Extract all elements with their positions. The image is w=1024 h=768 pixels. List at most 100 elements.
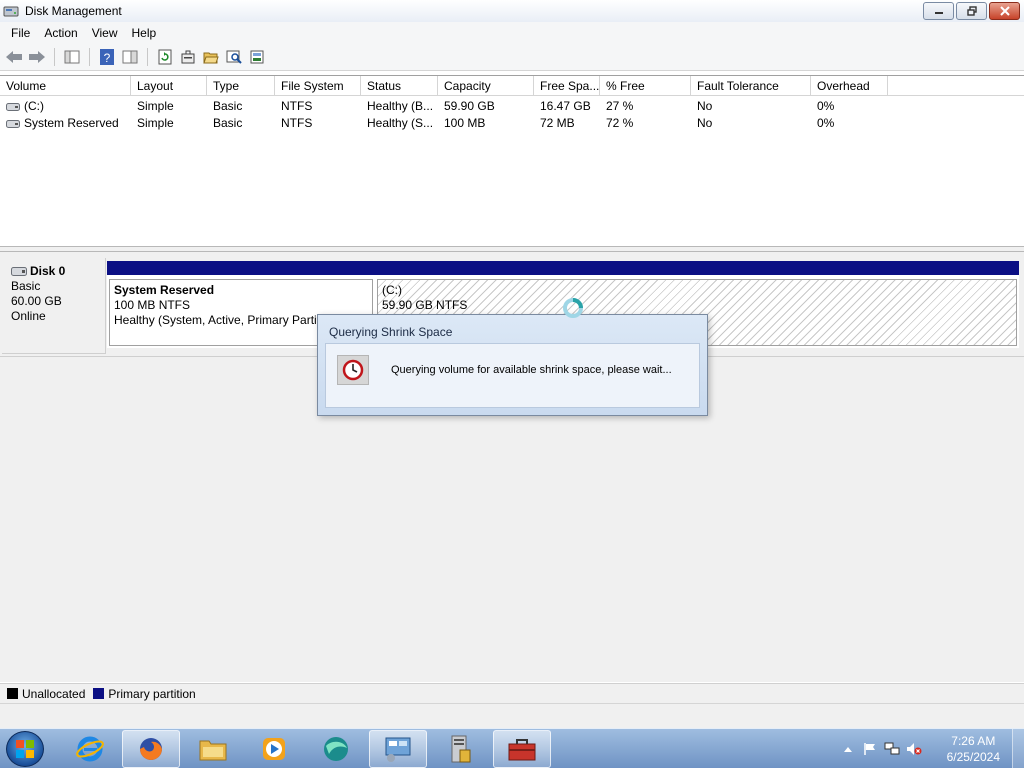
properties-icon [181,50,195,64]
volume-row-c[interactable]: (C:) Simple Basic NTFS Healthy (B... 59.… [0,98,1024,115]
column-header-capacity[interactable]: Capacity [438,76,534,96]
taskbar-control-panel[interactable] [369,730,427,768]
fault-tolerance-cell: No [697,99,713,113]
busy-cursor-icon [563,298,583,318]
show-desktop-button[interactable] [1012,729,1024,768]
percent-free-cell: 27 % [606,99,634,113]
menu-action[interactable]: Action [37,22,84,44]
toolbar-separator [54,48,55,66]
overhead-cell: 0% [817,99,835,113]
volume-button[interactable] [906,741,922,757]
volume-muted-icon [907,743,922,755]
taskbar-file-explorer[interactable] [184,730,242,768]
taskbar-browser[interactable] [307,730,365,768]
primary-partition-bar [375,261,1019,275]
status-bar [0,703,1024,728]
flag-icon [864,743,875,755]
capacity-cell: 100 MB [444,116,486,130]
percent-free-cell: 72 % [606,116,634,130]
menu-file[interactable]: File [4,22,37,44]
dialog-body: Querying volume for available shrink spa… [325,343,700,408]
windows-logo-icon [16,740,34,758]
toolbar-separator [89,48,90,66]
open-button[interactable] [201,47,221,67]
primary-partition-bar [107,261,375,275]
clock[interactable]: 7:26 AM 6/25/2024 [947,733,1000,765]
partition-title: (C:) [382,283,402,297]
file-explorer-icon [199,740,227,761]
close-icon [999,6,1010,16]
type-cell: Basic [213,116,243,130]
minimize-button[interactable] [923,2,954,20]
legend-primary-partition: Primary partition [108,686,196,701]
rescan-icon [250,50,264,64]
column-header-layout[interactable]: Layout [131,76,207,96]
forward-icon [29,51,45,63]
column-header-fault-tolerance[interactable]: Fault Tolerance [691,76,811,96]
column-header-volume[interactable]: Volume [0,76,131,96]
chevron-up-icon [844,747,852,752]
properties-button[interactable] [178,47,198,67]
console-icon [122,50,138,64]
fault-tolerance-cell: No [697,116,713,130]
layout-cell: Simple [137,116,174,130]
close-button[interactable] [989,2,1020,20]
toolbar: ? [0,44,1024,71]
column-header-percent-free[interactable]: % Free [600,76,691,96]
column-header-free-space[interactable]: Free Spa... [534,76,600,96]
taskbar-media-player[interactable] [245,730,303,768]
network-icon [884,742,900,755]
browser-icon [324,737,348,761]
layout-cell: Simple [137,99,174,113]
disk-status: Online [11,309,46,323]
unallocated-swatch [7,688,18,699]
refresh-button[interactable] [155,47,175,67]
action-center-button[interactable] [862,741,878,757]
rescan-button[interactable] [247,47,267,67]
firefox-icon [140,738,162,760]
disk-icon [11,267,27,276]
primary-partition-swatch [93,688,105,699]
querying-shrink-space-dialog[interactable]: Querying Shrink Space Querying volume fo… [317,314,708,416]
network-button[interactable] [884,741,900,757]
status-cell: Healthy (B... [367,99,434,113]
file-system-cell: NTFS [281,99,313,113]
free-space-cell: 72 MB [540,116,575,130]
legend-unallocated: Unallocated [22,686,86,701]
taskbar-toolbox[interactable] [493,730,551,768]
back-button[interactable] [4,47,24,67]
show-hide-console-tree-button[interactable] [62,47,82,67]
console-button[interactable] [120,47,140,67]
taskbar: 7:26 AM 6/25/2024 [0,728,1024,768]
start-button[interactable] [6,731,44,767]
disk-management-icon [3,3,19,19]
menu-help[interactable]: Help [125,22,164,44]
column-header-status[interactable]: Status [361,76,438,96]
drive-icon [6,119,20,128]
dialog-message: Querying volume for available shrink spa… [391,364,672,376]
refresh-icon [158,49,172,65]
legend: Unallocated Primary partition [0,683,1024,703]
column-header-file-system[interactable]: File System [275,76,361,96]
show-hidden-icons-button[interactable] [840,741,856,757]
forward-button[interactable] [27,47,47,67]
restore-button[interactable] [956,2,987,20]
open-icon [203,52,219,64]
taskbar-internet-explorer[interactable] [61,730,119,768]
taskbar-firefox[interactable] [122,730,180,768]
disk-size: 60.00 GB [11,294,62,308]
dialog-title: Querying Shrink Space [329,325,453,339]
svg-text:?: ? [104,51,111,65]
free-space-cell: 16.47 GB [540,99,591,113]
help-button[interactable]: ? [97,47,117,67]
column-header-type[interactable]: Type [207,76,275,96]
server-manager-icon [451,735,471,763]
type-cell: Basic [213,99,243,113]
explore-button[interactable] [224,47,244,67]
disk-label[interactable]: Disk 0 Basic 60.00 GB Online [2,258,106,354]
explore-icon [226,50,242,64]
menu-view[interactable]: View [85,22,125,44]
taskbar-server-manager[interactable] [431,730,489,768]
column-header-overhead[interactable]: Overhead [811,76,888,96]
volume-row-system-reserved[interactable]: System Reserved Simple Basic NTFS Health… [0,115,1024,132]
